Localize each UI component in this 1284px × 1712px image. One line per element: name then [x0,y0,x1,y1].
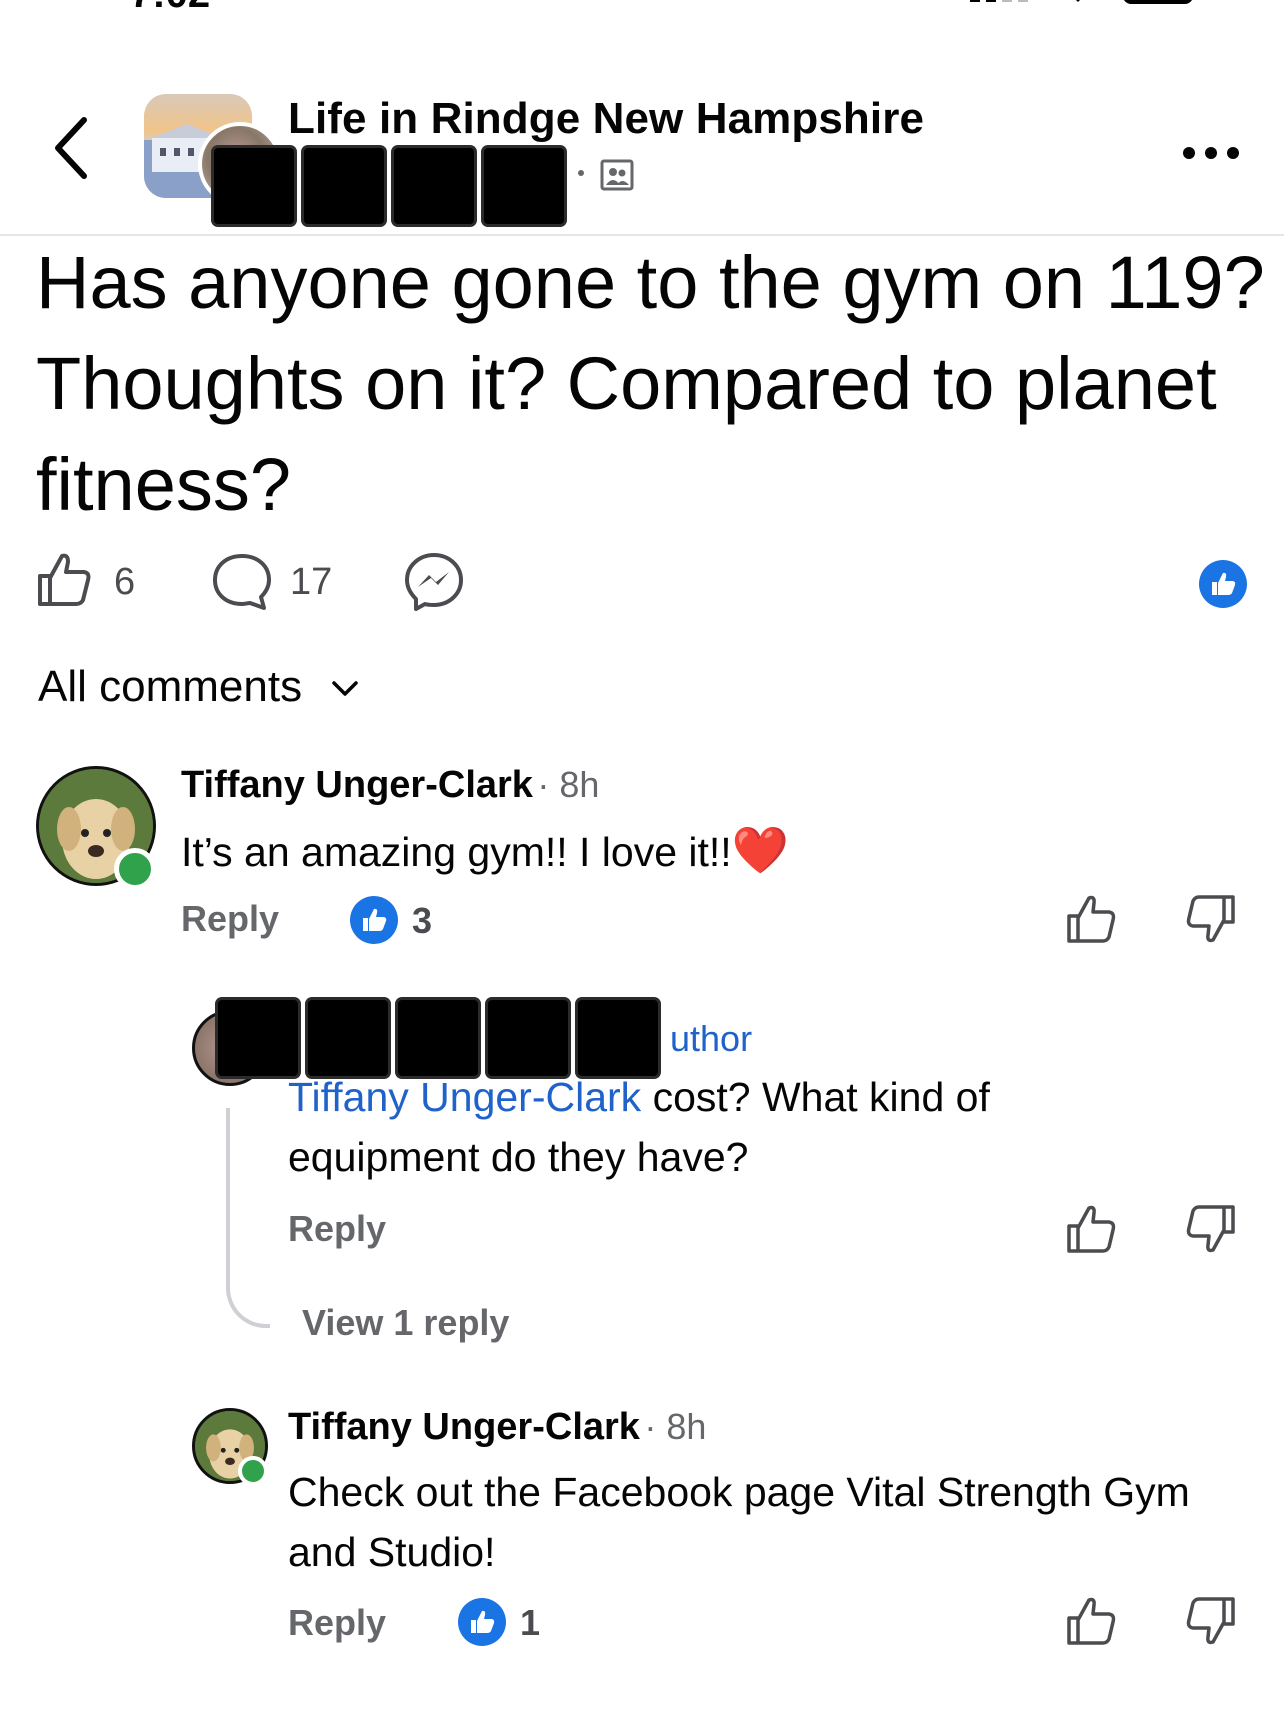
upvote-icon[interactable] [1064,892,1118,946]
comment-text: Check out the Facebook page Vital Streng… [288,1469,1190,1575]
meta-separator [578,170,584,176]
back-chevron-icon[interactable] [48,108,98,188]
comment-like-count: 3 [412,900,433,941]
comment-text: It’s an amazing gym!! I love it!! [181,829,732,875]
comment-author[interactable]: Tiffany Unger-Clark [288,1406,640,1448]
like-icon[interactable] [34,550,94,610]
comment-header: Tiffany Unger-Clark · 8h [288,1406,706,1449]
thread-connector [226,1108,270,1328]
more-options-icon[interactable] [1180,140,1242,166]
like-count: 6 [114,561,136,603]
mention-link[interactable]: Tiffany Unger-Clark [288,1074,641,1120]
comment-time: · 8h [537,764,600,805]
comment-like-badge-icon [350,896,398,944]
author-badge-label: uthor [670,1018,753,1059]
online-status-dot [114,848,156,890]
downvote-icon[interactable] [1184,1202,1238,1256]
view-replies-link[interactable]: View 1 reply [302,1302,509,1344]
comment-icon[interactable] [212,552,272,612]
downvote-icon[interactable] [1184,892,1238,946]
reply-text-wrapper: Tiffany Unger-Clark cost? What kind of e… [288,1067,1188,1187]
redacted-author-name [214,144,574,230]
comment-like-badge-icon [458,1598,506,1646]
comment-count: 17 [290,561,333,603]
comment-time: · 8h [644,1406,707,1447]
group-name[interactable]: Life in Rindge New Hampshire [288,94,924,144]
messenger-share-icon[interactable] [404,552,464,612]
upvote-icon[interactable] [1064,1594,1118,1648]
comment-text-wrapper: It’s an amazing gym!! I love it!!❤️ [181,820,789,882]
reaction-like-badge-icon[interactable] [1199,560,1247,608]
comment-like-count: 1 [520,1602,541,1643]
downvote-icon[interactable] [1184,1594,1238,1648]
upvote-icon[interactable] [1064,1202,1118,1256]
status-time: 7:02 [130,0,210,17]
status-icons [970,0,1192,4]
chevron-down-icon [332,681,359,697]
reply-button[interactable]: Reply [288,1602,386,1644]
comments-sort-dropdown[interactable]: All comments [38,662,360,712]
comment-header: Tiffany Unger-Clark · 8h [181,764,599,807]
comments-sort-label: All comments [38,662,303,711]
online-status-dot [238,1456,268,1486]
reply-button[interactable]: Reply [288,1208,386,1250]
heart-emoji: ❤️ [731,824,789,876]
comment-author[interactable]: Tiffany Unger-Clark [181,764,533,806]
post-text: Has anyone gone to the gym on 119? Thoug… [36,241,1265,526]
private-group-icon [600,159,634,191]
reply-button[interactable]: Reply [181,898,279,940]
